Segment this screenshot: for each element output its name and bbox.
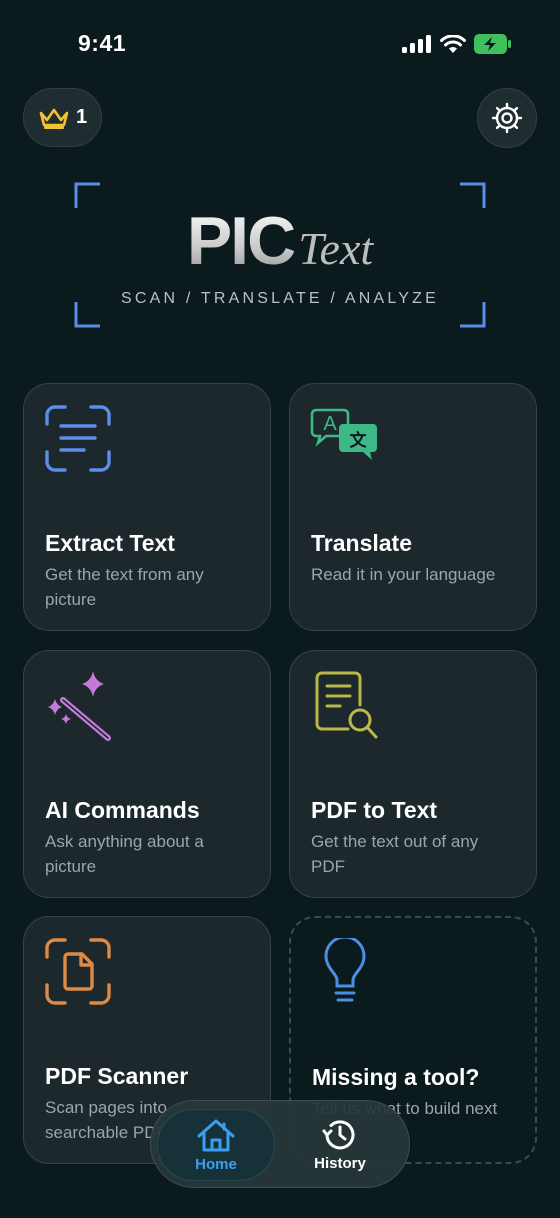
crown-icon bbox=[39, 108, 69, 129]
logo-word-text: Text bbox=[298, 223, 374, 274]
clock-history-icon bbox=[322, 1120, 355, 1150]
tab-home-label: Home bbox=[195, 1156, 237, 1173]
translate-icon: A 文 bbox=[310, 408, 377, 460]
battery-charging-icon bbox=[474, 34, 511, 54]
tab-history[interactable]: History bbox=[281, 1109, 399, 1181]
card-description: Read it in your language bbox=[311, 565, 496, 584]
status-bar: 9:41 bbox=[0, 0, 560, 90]
svg-text:A: A bbox=[323, 413, 337, 435]
extract-text-card[interactable]: Extract Text Get the text from any pictu… bbox=[23, 383, 271, 631]
logo-word-pic: PIC bbox=[186, 203, 296, 279]
lightbulb-icon bbox=[324, 938, 366, 1002]
document-search-icon bbox=[315, 671, 378, 739]
card-title: PDF to Text bbox=[311, 797, 438, 823]
logo-tagline: SCAN / TRANSLATE / ANALYZE bbox=[121, 290, 439, 307]
translate-card[interactable]: A 文 Translate Read it in your language bbox=[289, 383, 537, 631]
card-title: Extract Text bbox=[45, 530, 175, 556]
gear-icon bbox=[491, 102, 523, 134]
pdf-to-text-card[interactable]: PDF to Text Get the text out of any PDF bbox=[289, 650, 537, 898]
premium-count: 1 bbox=[75, 106, 88, 128]
tab-home[interactable]: Home bbox=[157, 1109, 275, 1181]
scan-text-icon bbox=[45, 405, 111, 472]
card-description: Get the text out of any PDF bbox=[311, 832, 479, 876]
scan-document-icon bbox=[45, 938, 111, 1005]
card-title: Missing a tool? bbox=[312, 1064, 480, 1090]
house-icon bbox=[197, 1119, 235, 1152]
settings-button[interactable] bbox=[477, 88, 537, 148]
status-time: 9:41 bbox=[78, 30, 127, 56]
app-logo: PICText SCAN / TRANSLATE / ANALYZE bbox=[74, 182, 486, 328]
card-title: Translate bbox=[311, 530, 412, 556]
status-icons bbox=[402, 34, 512, 54]
ai-commands-card[interactable]: AI Commands Ask anything about a picture bbox=[23, 650, 271, 898]
tab-bar: Home History bbox=[150, 1100, 410, 1188]
card-title: PDF Scanner bbox=[45, 1063, 189, 1089]
premium-button[interactable]: 1 bbox=[23, 88, 102, 147]
tab-history-label: History bbox=[314, 1155, 366, 1172]
svg-text:文: 文 bbox=[350, 430, 368, 451]
card-description: Get the text from any picture bbox=[45, 565, 204, 609]
card-description: Ask anything about a picture bbox=[45, 832, 204, 876]
logo-wordmark: PICText bbox=[74, 202, 486, 280]
wifi-icon bbox=[440, 34, 466, 53]
card-title: AI Commands bbox=[45, 797, 200, 823]
magic-wand-icon bbox=[48, 671, 111, 741]
cellular-signal-icon bbox=[402, 35, 431, 53]
